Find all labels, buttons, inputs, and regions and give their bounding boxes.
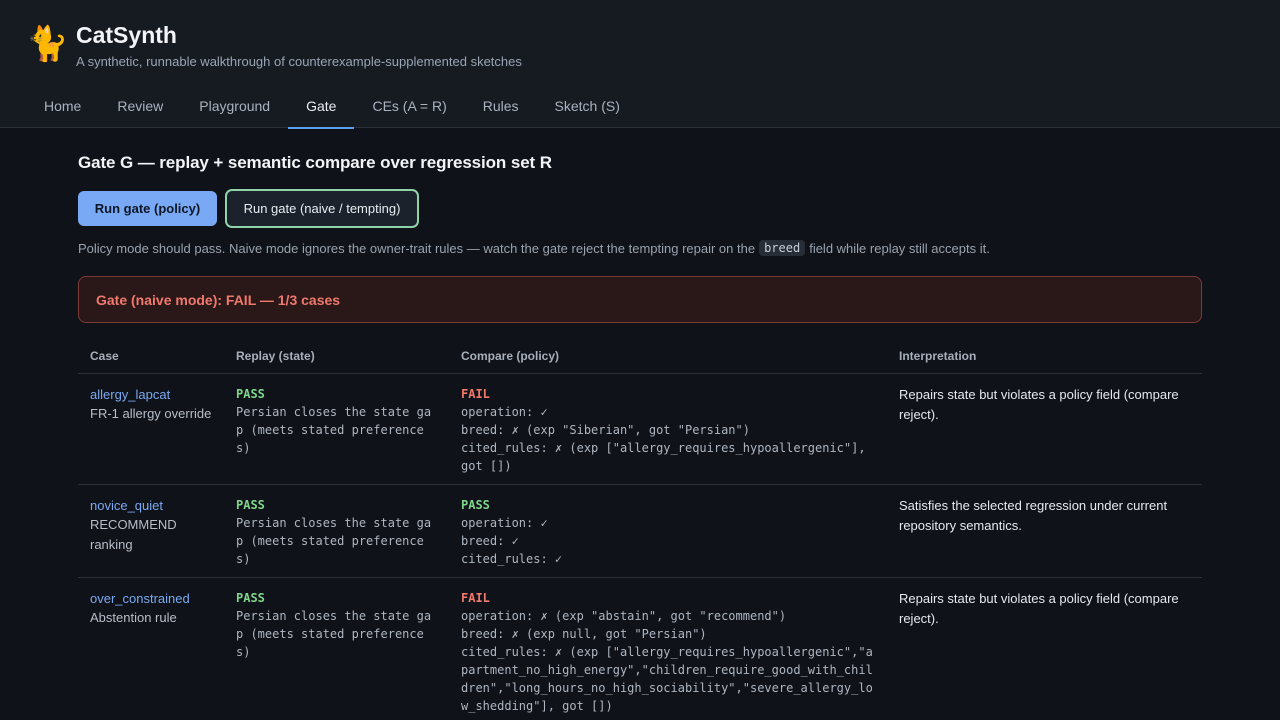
case-desc: Abstention rule: [90, 610, 177, 625]
app-header: 🐈 CatSynth A synthetic, runnable walkthr…: [0, 0, 1280, 129]
case-link-over-constrained[interactable]: over_constrained: [90, 589, 212, 608]
tab-playground[interactable]: Playground: [181, 87, 288, 127]
replay-text: Persian closes the state gap (meets stat…: [236, 609, 432, 659]
gate-panel: Gate G — replay + semantic compare over …: [78, 153, 1202, 720]
gate-actions: Run gate (policy) Run gate (naive / temp…: [78, 189, 1202, 228]
hint-text-before: Policy mode should pass. Naive mode igno…: [78, 240, 756, 256]
page-title: Gate G — replay + semantic compare over …: [78, 153, 552, 172]
gate-hint: Policy mode should pass. Naive mode igno…: [78, 240, 1202, 256]
compare-line: cited_rules: ✓: [461, 552, 563, 566]
compare-status: FAIL: [461, 591, 490, 605]
interpretation: Repairs state but violates a policy fiel…: [899, 387, 1179, 422]
table-row: novice_quiet RECOMMEND ranking PASS Pers…: [78, 484, 1202, 578]
main-tabs: Home Review Playground Gate CEs (A = R) …: [26, 87, 638, 129]
tab-ces[interactable]: CEs (A = R): [354, 87, 464, 127]
app-subtitle: A synthetic, runnable walkthrough of cou…: [76, 54, 522, 69]
replay-text: Persian closes the state gap (meets stat…: [236, 405, 432, 455]
header-case: Case: [78, 343, 224, 374]
header-replay: Replay (state): [224, 343, 449, 374]
compare-status: FAIL: [461, 387, 490, 401]
interpretation: Repairs state but violates a policy fiel…: [899, 591, 1179, 626]
compare-line: breed: ✓: [461, 534, 519, 548]
case-desc: RECOMMEND ranking: [90, 517, 177, 552]
cat-logo-icon: 🐈: [26, 25, 69, 63]
tab-home[interactable]: Home: [26, 87, 99, 127]
case-link-allergy-lapcat[interactable]: allergy_lapcat: [90, 385, 212, 404]
compare-line: operation: ✓: [461, 516, 548, 530]
compare-line: cited_rules: ✗ (exp ["allergy_requires_h…: [461, 441, 873, 473]
tab-gate[interactable]: Gate: [288, 87, 355, 129]
compare-line: operation: ✗ (exp "abstain", got "recomm…: [461, 609, 787, 623]
tab-review[interactable]: Review: [99, 87, 181, 127]
replay-status: PASS: [236, 591, 265, 605]
replay-text: Persian closes the state gap (meets stat…: [236, 516, 432, 566]
compare-line: cited_rules: ✗ (exp ["allergy_requires_h…: [461, 645, 873, 713]
compare-status: PASS: [461, 498, 490, 512]
tab-sketch[interactable]: Sketch (S): [537, 87, 638, 127]
header-compare: Compare (policy): [449, 343, 887, 374]
table-row: allergy_lapcat FR-1 allergy override PAS…: [78, 373, 1202, 485]
gate-results-table: Case Replay (state) Compare (policy) Int…: [78, 343, 1202, 720]
run-gate-naive-button[interactable]: Run gate (naive / tempting): [225, 189, 419, 228]
compare-line: operation: ✓: [461, 405, 548, 419]
replay-status: PASS: [236, 387, 265, 401]
header-interpretation: Interpretation: [887, 343, 1202, 374]
hint-text-after: field while replay still accepts it.: [809, 240, 990, 256]
hint-code-breed: breed: [759, 240, 806, 256]
replay-status: PASS: [236, 498, 265, 512]
app-title: CatSynth: [76, 22, 177, 48]
gate-result-banner: Gate (naive mode): FAIL — 1/3 cases: [78, 276, 1202, 323]
tab-rules[interactable]: Rules: [465, 87, 537, 127]
table-header-row: Case Replay (state) Compare (policy) Int…: [78, 343, 1202, 374]
table-row: over_constrained Abstention rule PASS Pe…: [78, 577, 1202, 720]
brand: 🐈 CatSynth A synthetic, runnable walkthr…: [26, 22, 522, 69]
case-link-novice-quiet[interactable]: novice_quiet: [90, 496, 212, 515]
run-gate-policy-button[interactable]: Run gate (policy): [78, 191, 217, 226]
compare-line: breed: ✗ (exp null, got "Persian"): [461, 627, 707, 641]
interpretation: Satisfies the selected regression under …: [899, 498, 1168, 533]
compare-line: breed: ✗ (exp "Siberian", got "Persian"): [461, 423, 750, 437]
case-desc: FR-1 allergy override: [90, 406, 212, 421]
